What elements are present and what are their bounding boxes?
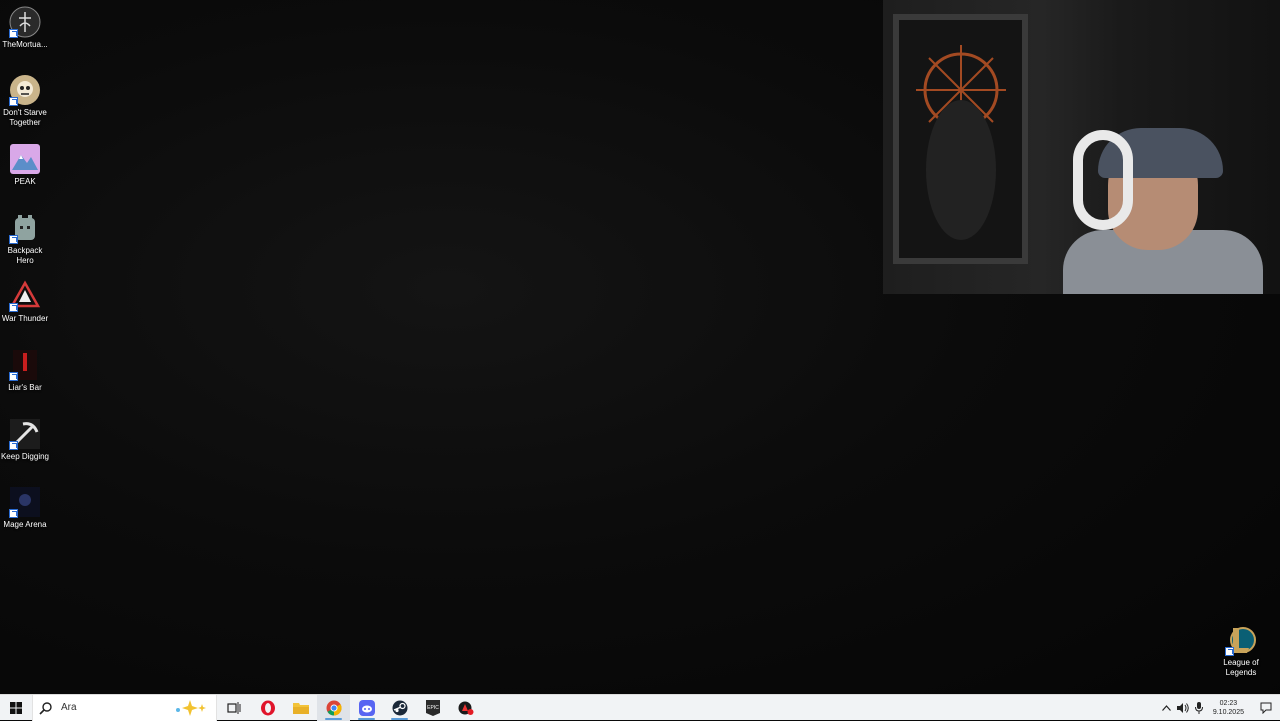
shortcut-arrow-icon — [9, 97, 18, 106]
taskbar-discord[interactable] — [350, 695, 383, 721]
search-highlight-icon — [176, 699, 206, 716]
peak-icon — [9, 143, 41, 175]
taskbar-steam[interactable] — [383, 695, 416, 721]
taskbar-file-explorer[interactable] — [284, 695, 317, 721]
mage-arena-icon — [9, 486, 41, 518]
league-of-legends-icon — [1225, 624, 1257, 656]
mortuary-icon — [9, 6, 41, 38]
epic-games-icon: EPIC — [425, 699, 440, 716]
riot-icon — [458, 701, 473, 715]
svg-text:EPIC: EPIC — [427, 705, 439, 711]
clock-time: 02:23 — [1219, 700, 1238, 707]
desktop-icon-label: PEAK — [14, 177, 36, 186]
desktop-icon-label: Liar's Bar — [8, 383, 42, 392]
taskbar-task-view[interactable] — [217, 695, 251, 721]
webcam-overlay — [883, 0, 1280, 294]
desktop-icon-label: Backpack Hero — [7, 246, 43, 265]
windows-icon — [10, 701, 22, 714]
system-tray: 02:23 9.10.2025 — [1159, 695, 1280, 721]
desktop-icon-peak[interactable]: PEAK — [0, 143, 50, 187]
taskbar: Ara EPIC 02:23 9.10.2025 — [0, 694, 1280, 721]
search-placeholder: Ara — [61, 702, 77, 713]
war-thunder-icon — [9, 280, 41, 312]
start-button[interactable] — [0, 695, 32, 721]
backpack-hero-icon — [9, 212, 41, 244]
microphone-icon — [1194, 702, 1203, 714]
liars-bar-icon — [9, 349, 41, 381]
desktop-icon-liars-bar[interactable]: Liar's Bar — [0, 349, 50, 393]
steam-icon — [392, 700, 407, 715]
desktop: TheMortua... Don't Starve Together PEAK — [0, 0, 1280, 694]
shortcut-arrow-icon — [9, 441, 18, 450]
taskbar-chrome[interactable] — [317, 694, 350, 721]
desktop-icon-label: Mage Arena — [3, 520, 47, 529]
headset — [1073, 130, 1133, 230]
desktop-icon-keep-digging[interactable]: Keep Digging — [0, 418, 50, 462]
taskbar-riot-client[interactable] — [449, 695, 482, 721]
dont-starve-icon — [9, 74, 41, 106]
microphone-button[interactable] — [1191, 695, 1207, 721]
desktop-icon-backpack-hero[interactable]: Backpack Hero — [0, 212, 50, 266]
taskbar-epic-games[interactable]: EPIC — [416, 695, 449, 721]
desktop-icon-label: TheMortua... — [2, 40, 48, 49]
discord-icon — [358, 699, 375, 716]
speaker-icon — [1176, 703, 1189, 713]
folder-icon — [292, 702, 309, 714]
task-view-icon — [227, 701, 241, 714]
desktop-icon-label: War Thunder — [1, 314, 49, 323]
wall-poster — [893, 14, 1028, 264]
search-icon — [39, 701, 52, 715]
notifications-button[interactable] — [1252, 695, 1280, 721]
notification-icon — [1260, 702, 1272, 714]
clock[interactable]: 02:23 9.10.2025 — [1213, 699, 1244, 717]
shortcut-arrow-icon — [9, 509, 18, 518]
shortcut-arrow-icon — [9, 235, 18, 244]
opera-icon — [260, 700, 275, 715]
taskbar-opera[interactable] — [251, 695, 284, 721]
shortcut-arrow-icon — [1225, 647, 1234, 656]
volume-button[interactable] — [1175, 695, 1191, 721]
shortcut-arrow-icon — [9, 29, 18, 38]
desktop-icon-label: Don't Starve Together — [3, 108, 47, 127]
chrome-icon — [326, 700, 342, 716]
desktop-icon-mage-arena[interactable]: Mage Arena — [0, 486, 50, 530]
show-hidden-icons-button[interactable] — [1159, 695, 1175, 721]
shortcut-arrow-icon — [9, 372, 18, 381]
search-box[interactable]: Ara — [32, 694, 217, 721]
shortcut-arrow-icon — [9, 303, 18, 312]
clock-date: 9.10.2025 — [1212, 709, 1244, 716]
desktop-icon-label: Keep Digging — [0, 452, 50, 461]
desktop-icon-league-of-legends[interactable]: League of Legends — [1216, 624, 1266, 678]
chevron-up-icon — [1162, 705, 1172, 711]
desktop-icon-dont-starve[interactable]: Don't Starve Together — [0, 74, 50, 128]
desktop-icon-war-thunder[interactable]: War Thunder — [0, 280, 50, 324]
desktop-icon-label: League of Legends — [1223, 658, 1259, 677]
keep-digging-icon — [9, 418, 41, 450]
desktop-icon-mortuary[interactable]: TheMortua... — [0, 6, 50, 50]
